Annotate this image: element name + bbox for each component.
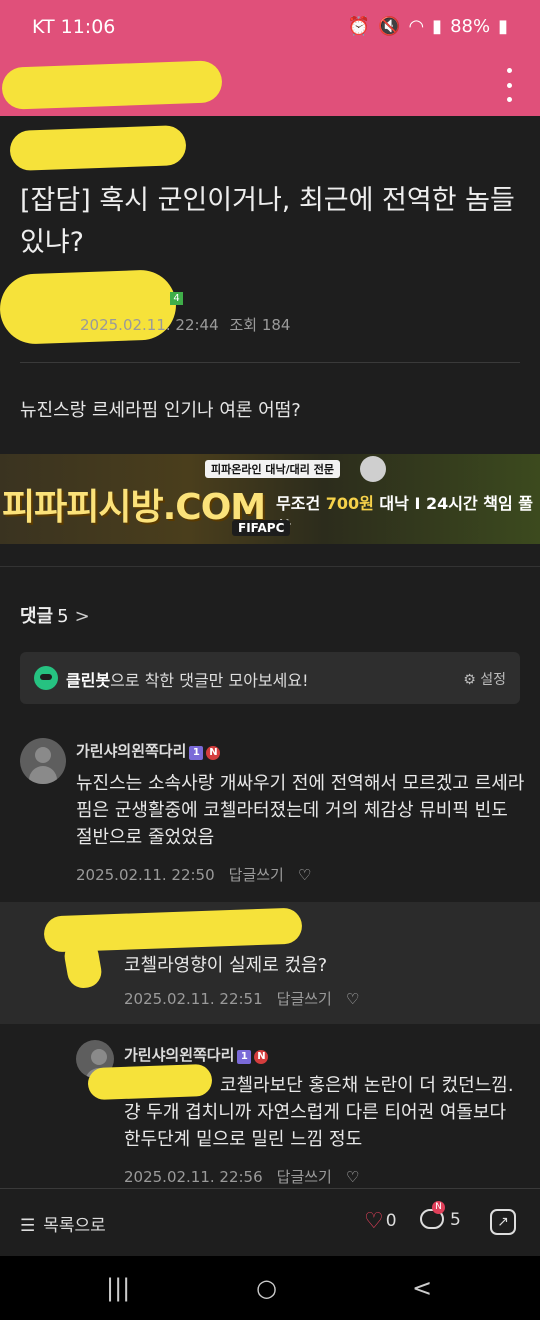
status-bar: KT 11:06 ⏰ 🔇 ◠ ▮ 88% ▮ [0, 0, 540, 56]
author-level-badge: 4 [170, 292, 183, 305]
reply-button[interactable]: 답글쓰기 [277, 990, 332, 1008]
reply-button[interactable]: 답글쓰기 [229, 866, 284, 884]
redaction-mark [87, 1063, 213, 1101]
post-date: 2025.02.11. 22:44 [80, 316, 219, 334]
cleanbot-message: 클린봇으로 착한 댓글만 모아보세요! [66, 671, 309, 690]
views-count: 184 [261, 316, 291, 334]
comment-date: 2025.02.11. 22:56 [124, 1168, 263, 1186]
comment-meta: 2025.02.11. 22:56 답글쓰기 ♡ [124, 1166, 359, 1187]
bottom-action-bar: ☰ 목록으로 ♡ 0 N5 ↗ [0, 1188, 540, 1256]
comments-label: 댓글 [20, 606, 54, 627]
cleanbot-icon [34, 666, 58, 690]
heart-icon[interactable]: ♡ [346, 1168, 359, 1186]
back-button[interactable]: < [412, 1274, 432, 1302]
comment-bubble-icon: N [420, 1201, 445, 1229]
banner-promo: 무조건 700원 대낙 I 24시간 책임 풀참 [276, 494, 533, 537]
comment-nickname[interactable]: 가린샤의왼쪽다리 1 N [76, 740, 221, 761]
comment-date: 2025.02.11. 22:50 [76, 866, 215, 884]
banner-tagline: 피파온라인 대낙/대리 전문 [205, 460, 340, 478]
comment: 가린샤의왼쪽다리 1 N 뉴진스는 소속사랑 개싸우기 전에 전역해서 모르겠고 르… [0, 730, 540, 890]
level-badge: 1 [237, 1050, 252, 1064]
wifi-icon: ◠ [408, 16, 425, 37]
redaction-mark [1, 60, 223, 110]
views-label: 조회 [229, 316, 258, 334]
comment-date: 2025.02.11. 22:51 [124, 990, 263, 1008]
reply-button[interactable]: 답글쓰기 [277, 1168, 332, 1186]
soccer-ball-icon [360, 456, 386, 482]
author-line[interactable]: 4 [170, 286, 183, 305]
alarm-icon: ⏰ [347, 16, 371, 37]
post-meta: 2025.02.11. 22:44 조회 184 [80, 314, 290, 335]
comment-nickname[interactable]: 가린샤의왼쪽다리 1 N [124, 1044, 269, 1065]
status-carrier-time: KT 11:06 [32, 16, 116, 38]
divider [20, 362, 520, 363]
system-nav-bar: ||| ○ < [0, 1256, 540, 1320]
recent-apps-button[interactable]: ||| [106, 1274, 130, 1302]
home-button[interactable]: ○ [256, 1274, 277, 1302]
battery-icon: ▮ [498, 16, 508, 37]
signal-icon: ▮ [432, 16, 443, 37]
status-icons: ⏰ 🔇 ◠ ▮ 88% ▮ [348, 16, 508, 37]
menu-icon: ☰ [20, 1216, 36, 1236]
comment-reply: 가린샤의왼쪽다리 1 N 코첼라보단 홍은채 논란이 더 컸던느낌. 걍 두개 겹치… [0, 1030, 540, 1188]
new-badge: N [254, 1050, 269, 1064]
more-vertical-icon[interactable] [502, 68, 516, 102]
heart-icon[interactable]: ♡ [298, 866, 311, 884]
cleanbot-setting-button[interactable]: ⚙ 설정 [463, 669, 506, 689]
level-badge: 1 [189, 746, 204, 760]
battery-level: 88% [450, 16, 491, 37]
comment-button[interactable]: N5 [420, 1201, 461, 1230]
comments-count: 5 [57, 606, 69, 627]
heart-icon: ♡ [364, 1209, 384, 1234]
cleanbot-banner: 클린봇으로 착한 댓글만 모아보세요! ⚙ 설정 [20, 652, 520, 704]
heart-icon[interactable]: ♡ [346, 990, 359, 1008]
comment-text: 코첼라영향이 실제로 컸음? [124, 955, 328, 976]
comment-meta: 2025.02.11. 22:50 답글쓰기 ♡ [76, 864, 311, 885]
like-count: 0 [385, 1211, 397, 1231]
ad-banner[interactable]: 피파온라인 대낙/대리 전문 피파피시방.COM 무조건 700원 대낙 I 2… [0, 454, 540, 544]
comment-meta: 2025.02.11. 22:51 답글쓰기 ♡ [124, 988, 359, 1009]
comment-count: 5 [450, 1210, 461, 1230]
list-button[interactable]: ☰ 목록으로 [20, 1211, 106, 1236]
post-title: [잡담] 혹시 군인이거나, 최근에 전역한 놈들 있냐? [20, 185, 515, 258]
redaction-mark [9, 124, 187, 172]
banner-brand: 피파피시방.COM [2, 487, 266, 528]
like-button[interactable]: ♡ 0 [364, 1209, 397, 1234]
avatar[interactable] [20, 738, 66, 784]
post-body: 뉴진스랑 르세라핌 인기나 여론 어떰? [20, 400, 301, 421]
banner-sub-brand: FIFAPC [232, 520, 291, 536]
comments-header[interactable]: 댓글 5 > [20, 602, 90, 628]
comment-text: 뉴진스는 소속사랑 개싸우기 전에 전역해서 모르겠고 르세라핌은 군생활중에 … [76, 773, 525, 848]
mute-icon: 🔇 [378, 16, 401, 37]
section-divider [0, 566, 540, 567]
gear-icon: ⚙ [463, 672, 476, 688]
share-icon[interactable]: ↗ [490, 1209, 516, 1235]
new-badge: N [206, 746, 221, 760]
chevron-right-icon: > [74, 606, 90, 627]
